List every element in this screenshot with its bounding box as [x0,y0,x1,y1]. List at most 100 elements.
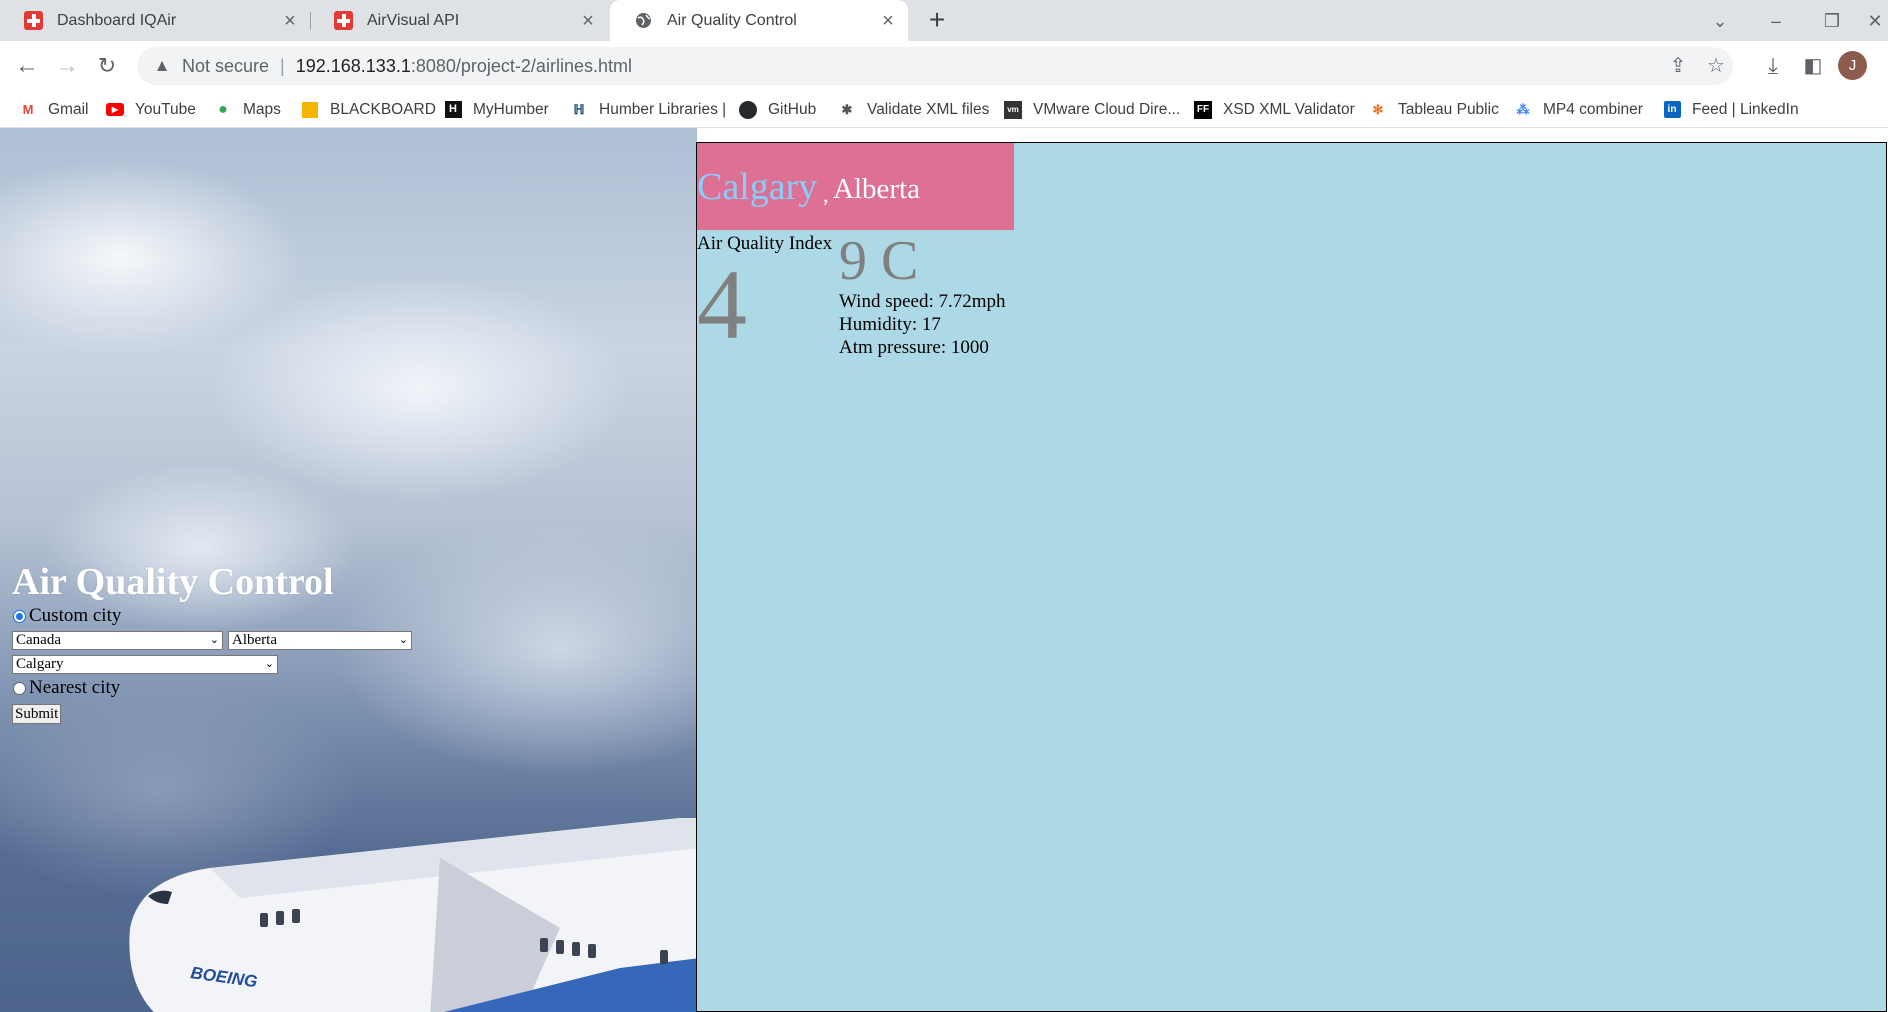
city-select[interactable]: Calgary ⌄ [12,654,278,674]
aqi-value: 4 [697,249,747,360]
share-icon[interactable]: ⇪ [1662,50,1694,82]
url-path: :8080/project-2/airlines.html [410,55,632,76]
tab-air-quality-control[interactable]: Air Quality Control × [610,0,908,41]
swiss-flag-icon [334,11,353,30]
youtube-icon: ▶ [106,101,124,119]
ff-icon: FF [1194,100,1212,119]
country-select[interactable]: Canada ⌄ [12,630,223,650]
close-icon[interactable]: × [280,11,300,31]
bookmark-maps[interactable]: ● Maps [214,91,281,128]
page-title: Air Quality Control [12,561,334,603]
temperature-value: 9 C [839,230,919,292]
airplane-image: BOEING [129,818,697,1012]
security-status[interactable]: Not secure [182,56,269,77]
avatar[interactable]: J [1838,51,1867,80]
side-panel-icon[interactable]: ◧ [1797,50,1829,82]
bookmark-label: VMware Cloud Dire... [1033,100,1181,118]
bookmark-vmware[interactable]: vm VMware Cloud Dire... [1004,91,1180,128]
back-arrow-icon[interactable]: ← [11,50,43,82]
blackboard-icon [301,101,319,119]
bookmark-label: YouTube [135,100,196,118]
tab-search-chevron-icon[interactable]: ⌄ [1700,6,1740,36]
myhumber-icon: H [444,101,462,119]
tab-title: Air Quality Control [667,11,797,29]
nearest-city-radio[interactable] [13,681,26,695]
result-city: Calgary [697,166,818,208]
tab-title: Dashboard IQAir [57,11,177,29]
restore-button[interactable]: ❐ [1812,6,1852,36]
bookmark-label: BLACKBOARD [330,100,436,118]
chevron-down-icon: ⌄ [264,657,274,670]
close-icon[interactable]: × [878,11,898,31]
minimize-button[interactable]: – [1756,6,1796,36]
tableau-icon: ✻ [1372,101,1384,117]
bookmark-linkedin[interactable]: in Feed | LinkedIn [1663,91,1799,128]
bookmark-label: Validate XML files [867,100,990,118]
bookmark-label: Feed | LinkedIn [1692,100,1799,118]
bookmark-label: Maps [243,100,281,118]
address-divider: | [280,55,285,76]
country-value: Canada [16,631,61,648]
bookmark-label: MyHumber [473,100,549,118]
github-icon [739,100,757,119]
globe-icon [634,11,653,30]
bookmarks-bar: M Gmail ▶ YouTube ● Maps BLACKBOARD H My… [0,91,1888,128]
location-separator: , [823,182,829,207]
new-tab-button[interactable]: + [922,5,952,35]
tab-title: AirVisual API [367,11,460,29]
maps-icon: ● [218,100,228,118]
atm-pressure: Atm pressure: 1000 [839,337,989,358]
bookmark-humber-libraries[interactable]: ℍ Humber Libraries | [570,91,726,128]
reload-icon[interactable]: ↻ [91,50,123,82]
custom-city-option[interactable]: Custom city [12,604,572,628]
city-form: Air Quality Control Custom city Canada ⌄… [12,560,572,724]
location-selects: Canada ⌄ Alberta ⌄ [12,628,572,652]
bookmark-gmail[interactable]: M Gmail [19,91,89,128]
humidity: Humidity: 17 [839,314,941,335]
nearest-city-label: Nearest city [29,677,121,698]
swiss-flag-icon [24,11,43,30]
bookmark-validate-xml[interactable]: ✱ Validate XML files [838,91,990,128]
close-icon[interactable]: × [578,11,598,31]
linkedin-icon: in [1663,101,1681,119]
bookmark-tableau-public[interactable]: ✻ Tableau Public [1369,91,1499,128]
custom-city-radio[interactable] [13,609,26,623]
bookmark-blackboard[interactable]: BLACKBOARD [301,91,436,128]
nearest-city-option[interactable]: Nearest city [12,676,572,700]
bookmark-star-icon[interactable]: ☆ [1700,50,1732,82]
browser-toolbar: ← → ↻ ▲ Not secure | 192.168.133.1:8080/… [0,41,1888,91]
tab-dashboard-iqair[interactable]: Dashboard IQAir × [0,0,310,41]
close-window-button[interactable]: ✕ [1862,6,1888,36]
submit-button[interactable]: Submit [12,704,62,724]
bookmark-label: XSD XML Validator [1223,100,1355,118]
bookmark-mp4-combiner[interactable]: ⁂ MP4 combiner [1514,91,1643,128]
bookmark-youtube[interactable]: ▶ YouTube [106,91,196,128]
gmail-icon: M [22,102,34,117]
forward-arrow-icon[interactable]: → [51,50,83,82]
bookmark-myhumber[interactable]: H MyHumber [444,91,549,128]
bookmark-github[interactable]: GitHub [739,91,816,128]
chevron-down-icon: ⌄ [398,633,408,646]
custom-city-label: Custom city [29,605,122,626]
result-state: Alberta [833,173,920,205]
chevron-down-icon: ⌄ [209,633,219,646]
vmware-icon: vm [1004,100,1022,119]
page-viewport: BOEING Air Quality Control Custom city C… [0,128,1888,1012]
address-bar[interactable]: ▲ Not secure | 192.168.133.1:8080/projec… [137,47,1733,85]
tab-strip: Dashboard IQAir × AirVisual API × Air Qu… [0,0,1888,41]
bookmark-xsd-validator[interactable]: FF XSD XML Validator [1194,91,1355,128]
bookmark-label: GitHub [768,100,817,118]
bookmark-label: Humber Libraries | [599,100,727,118]
city-select-row: Calgary ⌄ [12,652,572,676]
xml-validate-icon: ✱ [841,101,853,117]
download-icon[interactable]: ⤓ [1757,50,1789,82]
city-value: Calgary [16,655,64,672]
bookmark-label: Gmail [48,100,89,118]
wind-speed: Wind speed: 7.72mph [839,291,1006,312]
humber-libraries-icon: ℍ [573,101,585,117]
tab-airvisual-api[interactable]: AirVisual API × [310,0,608,41]
state-value: Alberta [232,631,277,648]
state-select[interactable]: Alberta ⌄ [228,630,412,650]
bookmark-label: MP4 combiner [1543,100,1643,118]
warning-triangle-icon: ▲ [153,56,171,75]
